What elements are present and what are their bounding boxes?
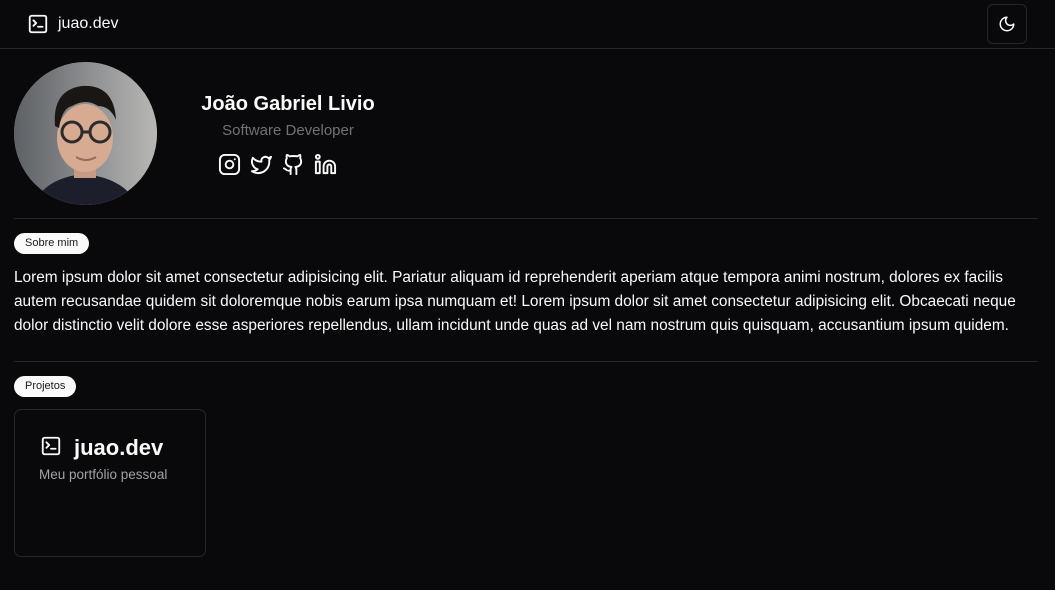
about-text: Lorem ipsum dolor sit amet consectetur a… — [14, 269, 1016, 334]
project-card[interactable]: juao.dev Meu portfólio pessoal — [14, 409, 206, 557]
project-description: Meu portfólio pessoal — [39, 467, 168, 482]
profile-name: João Gabriel Livio — [201, 93, 375, 115]
moon-icon — [999, 16, 1015, 32]
project-title: juao.dev — [74, 435, 164, 460]
about-label-badge: Sobre mim — [14, 233, 90, 254]
about-section: Sobre mim Lorem ipsum dolor sit amet con… — [14, 219, 1038, 362]
top-navbar: juao.dev — [0, 0, 1055, 49]
profile-photo — [14, 62, 157, 205]
brand-link[interactable]: juao.dev — [27, 13, 119, 35]
terminal-icon — [41, 436, 61, 456]
terminal-icon — [28, 14, 48, 34]
github-icon[interactable] — [282, 153, 305, 176]
projects-section: Projetos juao.dev Meu portfólio pessoal — [14, 362, 1038, 557]
twitter-icon[interactable] — [250, 153, 273, 176]
instagram-icon[interactable] — [218, 153, 241, 176]
profile-section: João Gabriel Livio Software Developer — [14, 49, 1038, 219]
profile-role: Software Developer — [222, 122, 354, 139]
theme-toggle-button[interactable] — [987, 4, 1027, 44]
projects-label-badge: Projetos — [14, 376, 77, 397]
linkedin-icon[interactable] — [314, 153, 337, 176]
avatar — [14, 62, 157, 205]
brand-name: juao.dev — [58, 15, 119, 32]
social-links — [218, 153, 337, 176]
